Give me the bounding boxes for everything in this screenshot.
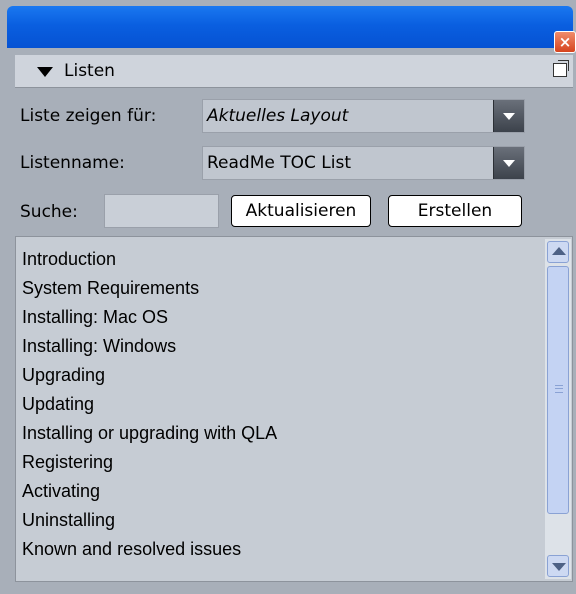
close-icon[interactable]: × (554, 31, 576, 53)
list-item[interactable]: Uninstalling (22, 506, 542, 535)
list-item[interactable]: Installing: Windows (22, 332, 542, 361)
search-input[interactable] (104, 194, 219, 228)
section-title: Listen (64, 61, 115, 81)
list-item[interactable]: Installing: Mac OS (22, 303, 542, 332)
list-panel: Introduction System Requirements Installin… (15, 236, 573, 582)
chevron-down-icon[interactable] (493, 100, 524, 132)
create-button[interactable]: Erstellen (388, 195, 522, 227)
list-item[interactable]: Known and resolved issues (22, 535, 542, 564)
triangle-down-icon[interactable] (37, 67, 53, 77)
lists-palette: × Listen Liste zeigen für: Aktuelles Lay… (0, 0, 576, 594)
list-item[interactable]: Installing or upgrading with QLA (22, 419, 542, 448)
list-item[interactable]: Introduction (22, 245, 542, 274)
search-label: Suche: (20, 202, 78, 222)
scroll-up-icon[interactable] (547, 241, 569, 263)
list-item[interactable]: Updating (22, 390, 542, 419)
scrollbar-thumb[interactable] (547, 266, 569, 514)
update-button[interactable]: Aktualisieren (231, 195, 371, 227)
chevron-down-icon[interactable] (493, 147, 524, 179)
scroll-down-icon[interactable] (547, 555, 569, 577)
detach-palette-icon[interactable] (553, 60, 569, 77)
section-header-lists[interactable]: Listen (15, 55, 573, 88)
list-name-label: Listenname: (20, 153, 125, 173)
list-item[interactable]: Upgrading (22, 361, 542, 390)
show-for-value: Aktuelles Layout (207, 106, 349, 126)
palette-titlebar[interactable]: × (7, 6, 576, 53)
list-item[interactable]: Registering (22, 448, 542, 477)
list-name-dropdown[interactable]: ReadMe TOC List (202, 146, 525, 180)
list-item[interactable]: System Requirements (22, 274, 542, 303)
list-name-value: ReadMe TOC List (207, 153, 352, 173)
show-for-dropdown[interactable]: Aktuelles Layout (202, 99, 525, 133)
list-items: Introduction System Requirements Installin… (22, 237, 542, 564)
show-for-label: Liste zeigen für: (20, 106, 157, 126)
list-item[interactable]: Activating (22, 477, 542, 506)
vertical-scrollbar[interactable] (545, 239, 571, 579)
